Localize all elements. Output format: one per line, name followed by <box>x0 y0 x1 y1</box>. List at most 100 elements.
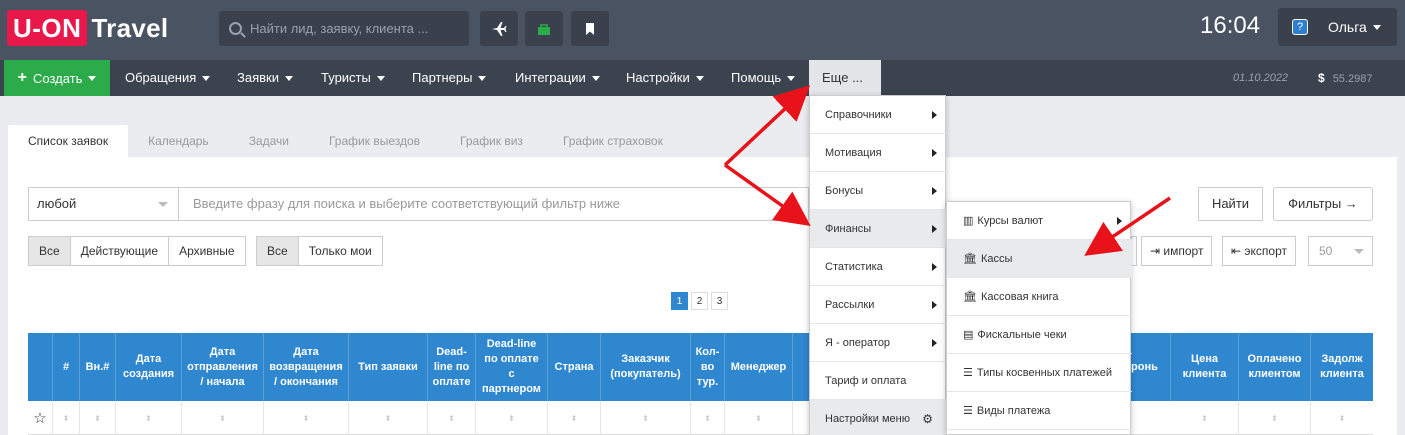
col-deadline[interactable]: Dead-line по оплате <box>428 333 476 401</box>
col-number[interactable]: # <box>53 333 80 401</box>
tab-departures[interactable]: График выездов <box>309 125 440 157</box>
menu-item-motivation[interactable]: Мотивация <box>810 134 947 172</box>
col-internal-number[interactable]: Вн.# <box>80 333 116 401</box>
nav-item-settings[interactable]: Настройки <box>626 60 704 96</box>
bookmark-button[interactable] <box>571 11 609 46</box>
user-menu[interactable]: ? Ольга <box>1278 8 1397 46</box>
sort-icon[interactable]: ⬍ <box>428 401 476 435</box>
sort-icon[interactable]: ⬍ <box>725 401 793 435</box>
nav-item-tourists[interactable]: Туристы <box>321 60 385 96</box>
sort-icon[interactable]: ⬍ <box>53 401 80 435</box>
submenu-item-cash-desks[interactable]: 🏛 Кассы <box>947 240 1132 278</box>
help-icon[interactable]: ? <box>1292 19 1308 35</box>
tab-tasks[interactable]: Задачи <box>229 125 309 157</box>
sort-icon[interactable]: ⬍ <box>1311 401 1373 435</box>
status-archived-button[interactable]: Архивные <box>168 236 246 266</box>
col-manager[interactable]: Менеджер <box>725 333 793 401</box>
nav-item-help[interactable]: Помощь <box>731 60 796 96</box>
logo[interactable]: U-ON Travel <box>7 10 168 46</box>
page-2[interactable]: 2 <box>691 292 708 310</box>
sort-icon[interactable]: ⬍ <box>264 401 349 435</box>
col-departure[interactable]: Дата отправления / начала <box>182 333 264 401</box>
sort-icon[interactable]: ⬍ <box>1171 401 1239 435</box>
page-1[interactable]: 1 <box>671 292 688 310</box>
col-created[interactable]: Дата создания <box>116 333 182 401</box>
menu-item-directories[interactable]: Справочники <box>810 96 947 134</box>
sort-icon[interactable]: ⬍ <box>548 401 601 435</box>
list-icon: ☰ <box>963 367 973 379</box>
export-label: экспорт <box>1244 244 1287 258</box>
favorite-cell[interactable]: ☆ <box>28 401 53 435</box>
submenu-item-exchange-rates[interactable]: ▥ Курсы валют <box>947 202 1132 240</box>
tab-insurance[interactable]: График страховок <box>543 125 683 157</box>
menu-item-operator[interactable]: Я - оператор <box>810 324 947 362</box>
chevron-down-icon <box>202 76 211 82</box>
menu-item-finances[interactable]: Финансы <box>810 210 947 248</box>
per-page-select[interactable]: 50 <box>1308 236 1373 266</box>
col-country[interactable]: Страна <box>548 333 601 401</box>
tab-visas[interactable]: График виз <box>440 125 543 157</box>
col-client-paid[interactable]: Оплачено клиентом <box>1239 333 1311 401</box>
sort-icon[interactable]: ⬍ <box>601 401 691 435</box>
col-deadline-partner[interactable]: Dead-line по оплате с партнером <box>476 333 548 401</box>
nav-item-more[interactable]: Еще ... <box>809 60 881 96</box>
sort-icon[interactable]: ⬍ <box>349 401 428 435</box>
sort-icon[interactable]: ⬍ <box>182 401 264 435</box>
menu-item-bonuses[interactable]: Бонусы <box>810 172 947 210</box>
sort-icon[interactable]: ⬍ <box>1239 401 1311 435</box>
export-button[interactable]: ⇤ экспорт <box>1222 236 1296 266</box>
status-all-button[interactable]: Все <box>28 236 71 266</box>
star-icon[interactable]: ☆ <box>33 409 46 427</box>
chevron-right-icon <box>932 225 937 233</box>
tab-orders-list[interactable]: Список заявок <box>8 125 129 157</box>
sort-icon[interactable]: ⬍ <box>476 401 548 435</box>
col-booking[interactable]: ронь <box>1131 333 1171 401</box>
menu-label: Статистика <box>825 261 883 273</box>
bag-button[interactable] <box>525 11 563 46</box>
col-tourists-count[interactable]: Кол-во тур. <box>691 333 725 401</box>
nav-item-integrations[interactable]: Интеграции <box>515 60 600 96</box>
col-order-type[interactable]: Тип заявки <box>349 333 428 401</box>
page-3[interactable]: 3 <box>711 292 728 310</box>
plane-button[interactable] <box>480 11 518 46</box>
status-active-button[interactable]: Действующие <box>69 236 170 266</box>
top-bar: U-ON Travel Найти лид, заявку, клиента .… <box>0 0 1405 60</box>
submenu-item-indirect-payments[interactable]: ☰ Типы косвенных платежей <box>947 354 1132 392</box>
import-button[interactable]: ⇥ импорт <box>1141 236 1213 266</box>
chevron-down-icon <box>1372 24 1381 30</box>
submenu-item-cash-book[interactable]: 🏛 Кассовая книга <box>947 278 1132 316</box>
submenu-label: Кассы <box>980 253 1013 265</box>
chevron-down-icon <box>591 76 600 82</box>
nav-item-partners[interactable]: Партнеры <box>412 60 487 96</box>
nav-item-requests[interactable]: Обращения <box>125 60 211 96</box>
submenu-item-payment-types[interactable]: ☰ Виды платежа <box>947 392 1132 430</box>
menu-item-statistics[interactable]: Статистика <box>810 248 947 286</box>
find-button[interactable]: Найти <box>1198 187 1263 221</box>
menu-label: Рассылки <box>825 299 875 311</box>
submenu-item-fiscal-receipts[interactable]: ▤ Фискальные чеки <box>947 316 1132 354</box>
tab-calendar[interactable]: Календарь <box>128 125 229 157</box>
global-search-input[interactable]: Найти лид, заявку, клиента ... <box>219 11 469 46</box>
search-row: любой Введите фразу для поиска и выберит… <box>28 187 809 221</box>
col-return[interactable]: Дата возвращения / окончания <box>264 333 349 401</box>
sort-icon[interactable]: ⬍ <box>80 401 116 435</box>
col-client-debt[interactable]: Задолж клиента <box>1311 333 1373 401</box>
list-icon: ☰ <box>963 405 973 417</box>
filter-type-select[interactable]: любой <box>28 187 179 221</box>
sort-icon[interactable]: ⬍ <box>691 401 725 435</box>
pagination: 1 2 3 <box>671 292 731 310</box>
filters-button[interactable]: Фильтры → <box>1273 187 1373 221</box>
col-customer[interactable]: Заказчик (покупатель) <box>601 333 691 401</box>
sort-icon[interactable]: ⬍ <box>116 401 182 435</box>
phrase-input[interactable]: Введите фразу для поиска и выберите соот… <box>179 187 809 221</box>
owner-mine-button[interactable]: Только мои <box>297 236 383 266</box>
chevron-right-icon <box>932 301 937 309</box>
owner-all-button[interactable]: Все <box>256 236 299 266</box>
nav-item-orders[interactable]: Заявки <box>237 60 293 96</box>
menu-item-tariff[interactable]: Тариф и оплата <box>810 362 947 400</box>
rate-value: 55.2987 <box>1332 73 1373 85</box>
menu-item-menu-settings[interactable]: Настройки меню ⚙ <box>810 400 947 435</box>
create-button[interactable]: + Создать <box>4 60 110 96</box>
menu-item-mailings[interactable]: Рассылки <box>810 286 947 324</box>
col-client-price[interactable]: Цена клиента <box>1171 333 1239 401</box>
